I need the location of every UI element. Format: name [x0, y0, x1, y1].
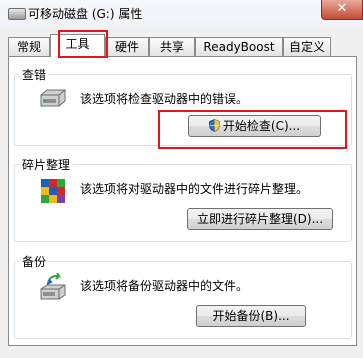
defrag-title: 碎片整理: [19, 156, 74, 173]
backup-title: 备份: [19, 253, 50, 270]
backup-icon: [40, 273, 66, 300]
tab-sharing[interactable]: 共享: [149, 37, 195, 56]
tab-hardware[interactable]: 硬件: [105, 37, 149, 56]
backup-description: 该选项将备份驱动器中的文件。: [80, 279, 249, 293]
start-check-highlight: [158, 110, 347, 149]
start-backup-button[interactable]: 开始备份(B)...: [196, 305, 306, 327]
title-bar: 可移动磁盘 (G:) 属性 ✕: [0, 0, 363, 28]
close-icon[interactable]: ✕: [321, 0, 363, 20]
drive-title-icon: [8, 8, 26, 20]
drive-icon: [40, 89, 66, 107]
defrag-description: 该选项将对驱动器中的文件进行碎片整理。: [80, 182, 309, 196]
error-check-title: 查错: [19, 66, 50, 83]
tab-customize[interactable]: 自定义: [283, 37, 331, 56]
tools-panel: 查错 该选项将检查驱动器中的错误。 开始检查(C)... 碎片整理 该选项将对驱…: [8, 56, 357, 346]
backup-group: 备份 该选项将备份驱动器中的文件。 开始备份(B)...: [14, 253, 352, 339]
tab-general[interactable]: 常规: [8, 37, 50, 56]
tab-readyboost[interactable]: ReadyBoost: [195, 37, 283, 56]
tools-tab-highlight: [58, 30, 108, 58]
error-check-description: 该选项将检查驱动器中的错误。: [80, 92, 249, 106]
defrag-icon: [41, 179, 65, 203]
window-title: 可移动磁盘 (G:) 属性: [28, 7, 143, 21]
defrag-group: 碎片整理 该选项将对驱动器中的文件进行碎片整理。 立即进行碎片整理(D)...: [14, 156, 352, 242]
defrag-now-button[interactable]: 立即进行碎片整理(D)...: [187, 208, 333, 230]
